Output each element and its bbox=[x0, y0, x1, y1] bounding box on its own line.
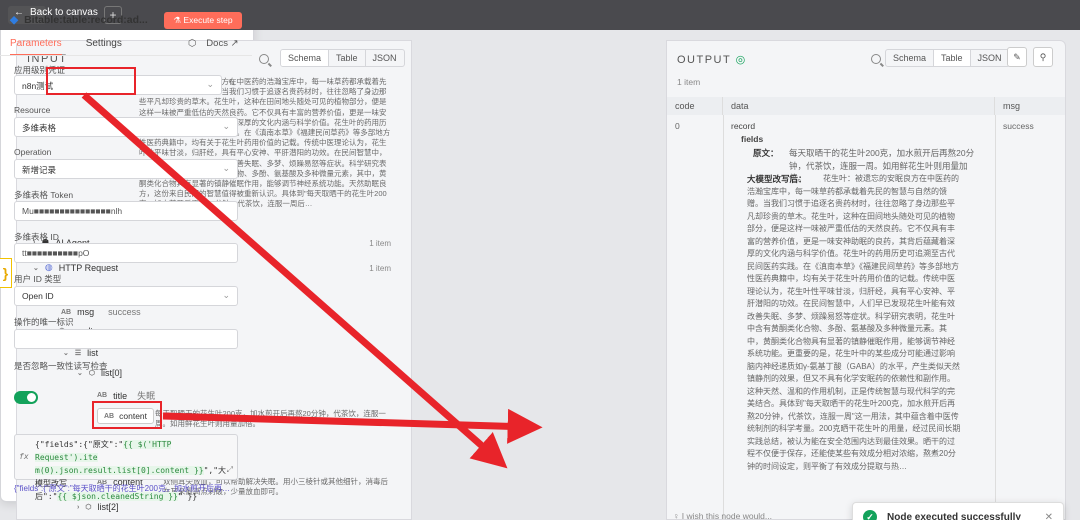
toast-text: Node executed successfully bbox=[887, 511, 1021, 520]
close-icon[interactable]: ✕ bbox=[1045, 512, 1053, 520]
arrow-cleanedstring bbox=[81, 92, 508, 469]
success-toast: ✓ Node executed successfully ✕ bbox=[852, 502, 1064, 520]
arrow-content bbox=[162, 408, 543, 444]
check-icon: ✓ bbox=[863, 510, 877, 520]
annotation-arrows bbox=[81, 92, 543, 469]
